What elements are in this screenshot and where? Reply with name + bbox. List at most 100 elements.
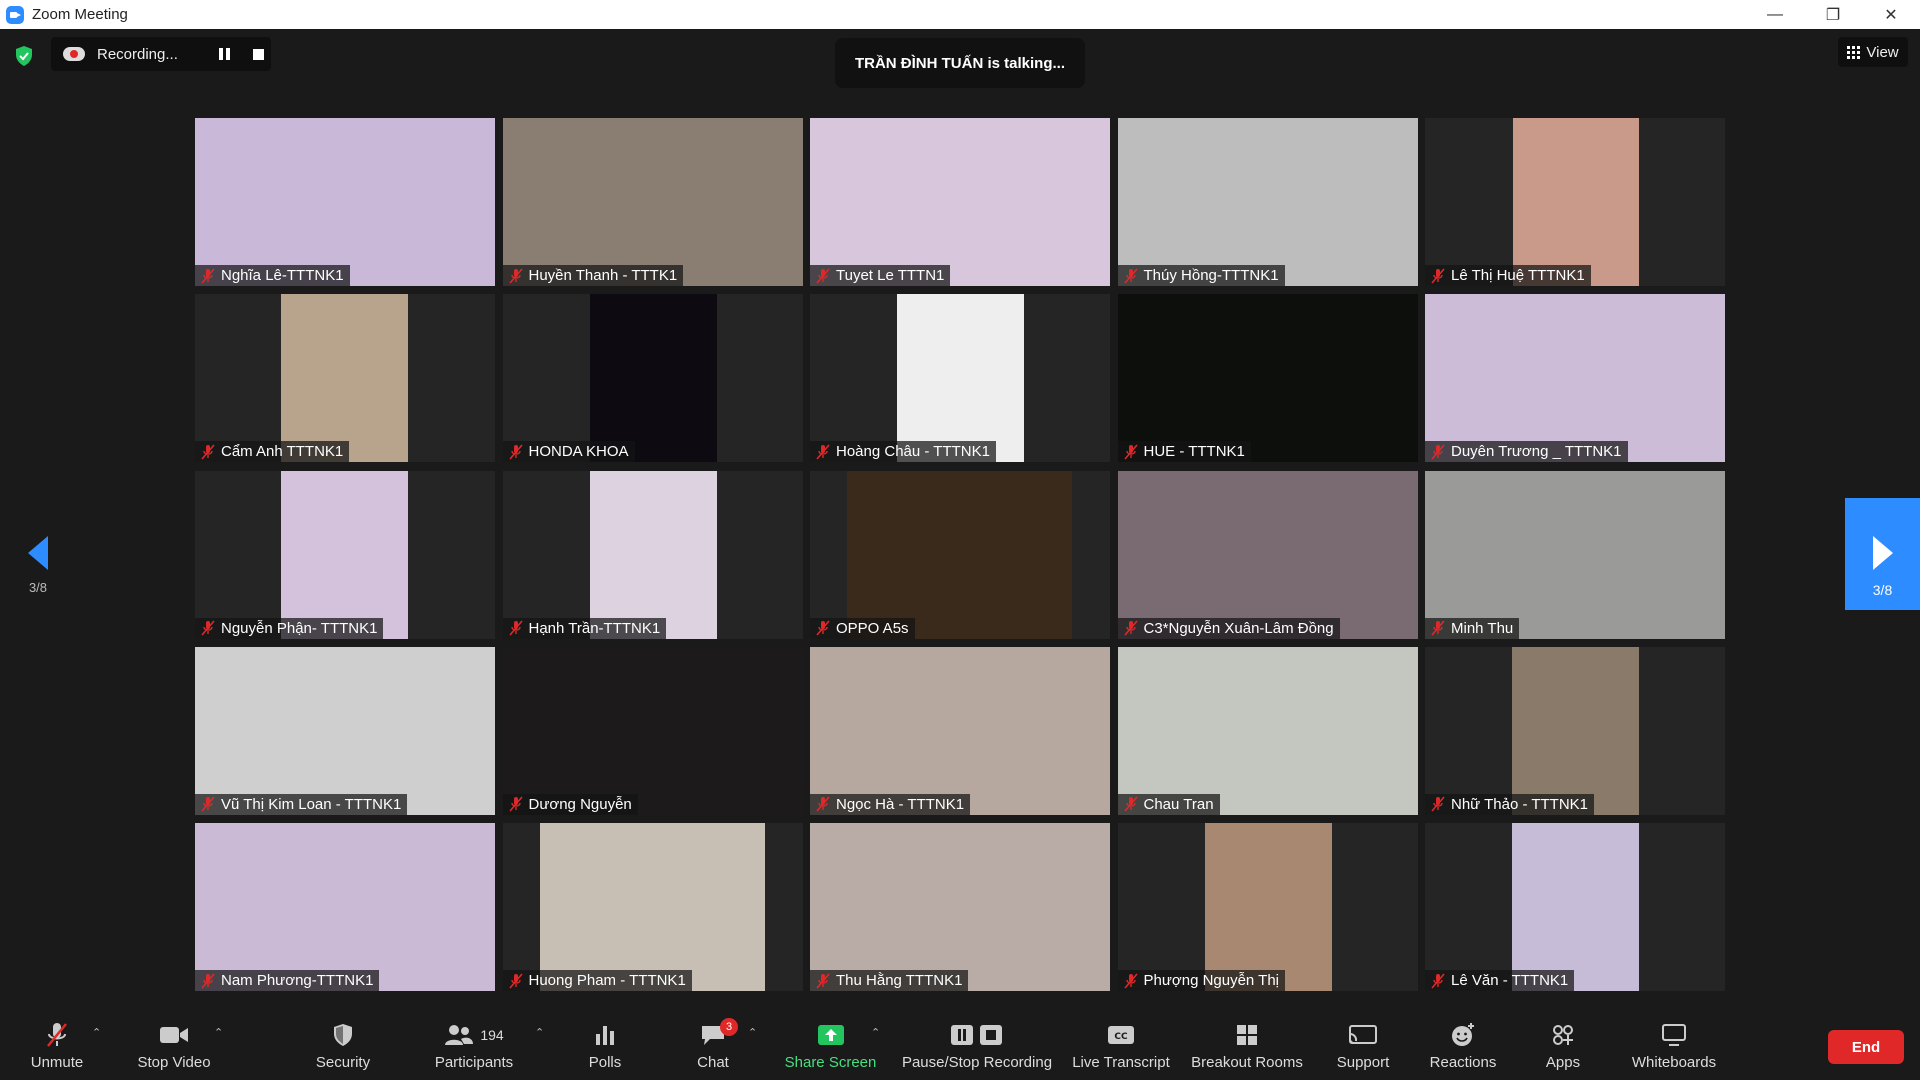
encryption-shield-icon[interactable] xyxy=(14,45,34,67)
participant-video xyxy=(1425,470,1725,639)
security-button[interactable]: Security xyxy=(308,1020,378,1076)
participant-name: Nhữ Thảo - TTTNK1 xyxy=(1451,795,1589,813)
participant-video xyxy=(1117,294,1418,463)
participant-tile[interactable]: Huyền Thanh - TTTK1 xyxy=(502,118,803,286)
support-icon xyxy=(1348,1020,1378,1050)
participant-tile[interactable]: Dương Nguyễn xyxy=(502,646,803,815)
video-options-caret-icon[interactable]: ⌃ xyxy=(214,1026,223,1039)
participant-name: Nguyễn Phận- TTTNK1 xyxy=(221,619,378,637)
participant-nameplate: Lê Văn - TTTNK1 xyxy=(1425,970,1575,991)
recording-indicator: Recording... xyxy=(51,37,271,71)
participant-name: Huyền Thanh - TTTK1 xyxy=(528,267,678,284)
pause-recording-button[interactable] xyxy=(219,48,231,60)
participant-tile[interactable]: Minh Thu xyxy=(1425,470,1725,639)
participants-button[interactable]: 194 Participants xyxy=(430,1020,518,1076)
breakout-rooms-icon xyxy=(1235,1020,1259,1050)
page-indicator-right: 3/8 xyxy=(1872,582,1893,598)
breakout-rooms-label: Breakout Rooms xyxy=(1191,1054,1303,1071)
stop-video-button[interactable]: Stop Video xyxy=(134,1020,214,1076)
participant-name: Lê Văn - TTTNK1 xyxy=(1451,972,1569,989)
participant-tile[interactable]: Tuyet Le TTTN1 xyxy=(810,118,1110,286)
participants-icon-group: 194 xyxy=(444,1020,504,1050)
pause-stop-recording-label: Pause/Stop Recording xyxy=(901,1054,1053,1071)
participant-tile[interactable]: Nhữ Thảo - TTTNK1 xyxy=(1425,646,1725,815)
emoji-icon xyxy=(1450,1020,1476,1050)
participant-tile[interactable]: HUE - TTTNK1 xyxy=(1117,294,1418,463)
participant-tile[interactable]: Ngọc Hà - TTTNK1 xyxy=(810,646,1110,815)
apps-button[interactable]: Apps xyxy=(1539,1020,1587,1076)
participant-video xyxy=(589,294,717,463)
chat-button[interactable]: 3 Chat xyxy=(688,1018,738,1076)
reactions-label: Reactions xyxy=(1429,1054,1497,1071)
stop-recording-button[interactable] xyxy=(253,48,264,60)
support-button[interactable]: Support xyxy=(1330,1020,1396,1076)
polls-label: Polls xyxy=(588,1054,622,1071)
participant-nameplate: Dương Nguyễn xyxy=(502,793,638,815)
participant-tile[interactable]: Huong Pham - TTTNK1 xyxy=(502,823,803,991)
end-meeting-button[interactable]: End xyxy=(1828,1030,1904,1064)
window-controls: — ❐ ✕ xyxy=(1746,0,1920,29)
participant-tile[interactable]: Nguyễn Phận- TTTNK1 xyxy=(195,470,495,639)
participant-tile[interactable]: OPPO A5s xyxy=(810,470,1110,639)
participant-name: Duyên Trương _ TTTNK1 xyxy=(1451,443,1622,461)
participant-tile[interactable]: Thu Hằng TTTNK1 xyxy=(810,823,1110,991)
audio-options-caret-icon[interactable]: ⌃ xyxy=(92,1026,101,1039)
participant-nameplate: Nhữ Thảo - TTTNK1 xyxy=(1425,793,1595,815)
minimize-button[interactable]: — xyxy=(1746,0,1804,29)
participant-tile[interactable]: Lê Thị Huệ TTTNK1 xyxy=(1425,118,1725,286)
participant-tile[interactable]: HONDA KHOA xyxy=(502,294,803,463)
polls-button[interactable]: Polls xyxy=(575,1020,635,1076)
whiteboards-button[interactable]: Whiteboards xyxy=(1626,1020,1722,1076)
participant-nameplate: Tuyet Le TTTN1 xyxy=(810,265,951,286)
chat-unread-badge: 3 xyxy=(720,1018,738,1036)
participant-video xyxy=(1117,118,1418,286)
participant-nameplate: Huyền Thanh - TTTK1 xyxy=(502,265,684,286)
chat-options-caret-icon[interactable]: ⌃ xyxy=(748,1026,757,1039)
participant-tile[interactable]: Lê Văn - TTTNK1 xyxy=(1425,823,1725,991)
participant-video xyxy=(1512,823,1639,991)
previous-page-button[interactable]: 3/8 xyxy=(18,528,58,608)
participant-video xyxy=(539,823,765,991)
participant-tile[interactable]: Vũ Thị Kim Loan - TTTNK1 xyxy=(195,646,495,815)
participant-tile[interactable]: Phượng Nguyễn Thị xyxy=(1117,823,1418,991)
whiteboard-icon xyxy=(1661,1020,1687,1050)
participant-name: Thu Hằng TTTNK1 xyxy=(836,972,963,989)
muted-mic-icon xyxy=(201,267,215,284)
unmute-button[interactable]: Unmute xyxy=(22,1020,92,1076)
participant-tile[interactable]: C3*Nguyễn Xuân-Lâm Đồng xyxy=(1117,470,1418,639)
reactions-button[interactable]: Reactions xyxy=(1425,1020,1501,1076)
participant-nameplate: Nam Phương-TTTNK1 xyxy=(195,970,380,991)
whiteboards-label: Whiteboards xyxy=(1631,1054,1717,1071)
participant-video xyxy=(1117,470,1418,639)
unmute-label: Unmute xyxy=(30,1054,84,1071)
breakout-rooms-button[interactable]: Breakout Rooms xyxy=(1187,1020,1307,1076)
live-transcript-button[interactable]: CC Live Transcript xyxy=(1069,1020,1173,1076)
restore-button[interactable]: ❐ xyxy=(1804,0,1862,29)
participant-tile[interactable]: Chau Tran xyxy=(1117,646,1418,815)
participant-tile[interactable]: Thúy Hồng-TTTNK1 xyxy=(1117,118,1418,286)
chat-bubble-icon: 3 xyxy=(700,1018,738,1050)
participant-tile[interactable]: Cẩm Anh TTTNK1 xyxy=(195,294,495,463)
close-button[interactable]: ✕ xyxy=(1862,0,1920,29)
participant-tile[interactable]: Hoàng Châu - TTTNK1 xyxy=(810,294,1110,463)
participant-video xyxy=(1204,823,1332,991)
share-screen-button[interactable]: Share Screen xyxy=(783,1020,878,1076)
share-screen-label: Share Screen xyxy=(784,1054,877,1071)
participant-video xyxy=(1513,118,1639,286)
participants-options-caret-icon[interactable]: ⌃ xyxy=(535,1026,544,1039)
next-page-button[interactable]: 3/8 xyxy=(1845,498,1920,610)
participant-tile[interactable]: Hạnh Trần-TTTNK1 xyxy=(502,470,803,639)
pause-stop-recording-button[interactable]: Pause/Stop Recording xyxy=(898,1020,1056,1076)
participant-name: Nghĩa Lê-TTTNK1 xyxy=(221,267,344,284)
security-label: Security xyxy=(315,1054,371,1071)
view-button[interactable]: View xyxy=(1838,37,1908,67)
muted-mic-icon xyxy=(816,620,830,636)
participant-tile[interactable]: Nghĩa Lê-TTTNK1 xyxy=(195,118,495,286)
muted-mic-icon xyxy=(508,620,523,636)
participant-nameplate: Duyên Trương _ TTTNK1 xyxy=(1425,441,1628,463)
muted-mic-icon xyxy=(201,972,215,989)
participant-nameplate: Vũ Thị Kim Loan - TTTNK1 xyxy=(195,793,408,815)
share-options-caret-icon[interactable]: ⌃ xyxy=(871,1026,880,1039)
participant-tile[interactable]: Nam Phương-TTTNK1 xyxy=(195,823,495,991)
participant-tile[interactable]: Duyên Trương _ TTTNK1 xyxy=(1425,294,1725,463)
